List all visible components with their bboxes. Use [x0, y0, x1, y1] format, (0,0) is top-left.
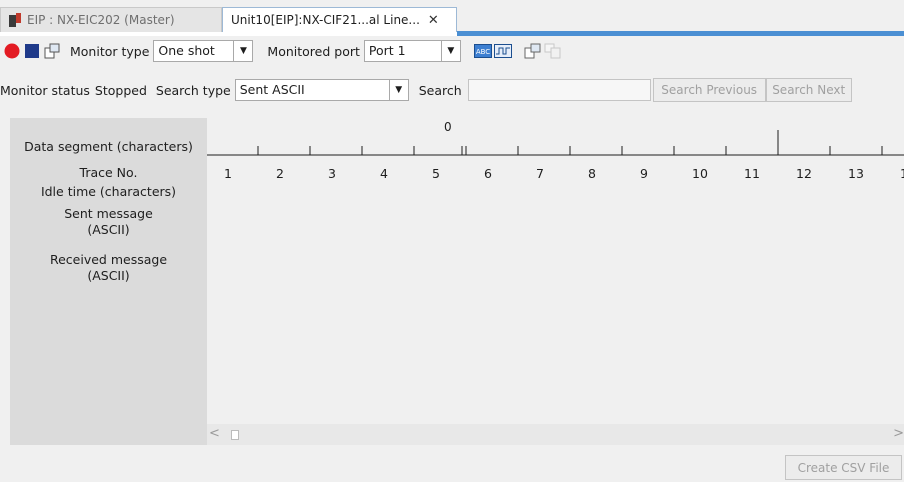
monitor-type-label: Monitor type: [70, 43, 150, 59]
data-segment-label: Data segment (characters): [24, 139, 193, 154]
trace-number: 4: [380, 166, 388, 181]
monitor-status-value: Stopped: [94, 82, 147, 98]
monitor-type-select[interactable]: One shot ▼: [153, 40, 254, 62]
record-button[interactable]: [2, 41, 22, 61]
trace-number: 9: [640, 166, 648, 181]
trace-number: 12: [796, 166, 812, 181]
close-icon[interactable]: ✕: [428, 13, 439, 28]
settings-button[interactable]: [42, 41, 62, 61]
trace-number: 13: [848, 166, 864, 181]
paste-window-icon: [544, 43, 561, 59]
trace-number: 1: [224, 166, 232, 181]
search-input[interactable]: [467, 79, 651, 101]
tab-label: Unit10[EIP]:NX-CIF21...al Line...: [231, 13, 420, 27]
search-type-value: Sent ASCII: [239, 82, 305, 97]
trace-number: 5: [432, 166, 440, 181]
monitor-toolbar: Monitor type One shot ▼ Monitored port P…: [0, 36, 904, 66]
received-message-label: Received message (ASCII): [49, 252, 168, 283]
monitored-port-select[interactable]: Port 1 ▼: [363, 40, 461, 62]
chevron-down-icon: ▼: [233, 41, 252, 61]
copy-button[interactable]: [523, 41, 543, 61]
search-next-button[interactable]: Search Next: [765, 78, 852, 102]
paste-button[interactable]: [543, 41, 563, 61]
scroll-left-icon[interactable]: <: [209, 426, 220, 441]
trace-number: 10: [692, 166, 708, 181]
search-bar: Monitor status Stopped Search type Sent …: [0, 76, 904, 104]
monitor-type-value: One shot: [158, 43, 215, 58]
monitored-port-value: Port 1: [368, 43, 406, 58]
trace-number: 6: [484, 166, 492, 181]
ruler-ticks: [207, 130, 904, 156]
trace-number: 2: [276, 166, 284, 181]
waveform-icon: [493, 44, 512, 58]
trace-number: 3: [328, 166, 336, 181]
create-csv-button[interactable]: Create CSV File: [785, 455, 902, 480]
record-icon: [4, 43, 20, 59]
trace-number: 7: [536, 166, 544, 181]
trace-number: 14: [900, 166, 904, 181]
bottom-bar: Create CSV File: [0, 445, 904, 482]
trace-number: 8: [588, 166, 596, 181]
stop-button[interactable]: [22, 41, 42, 61]
svg-text:ABC: ABC: [476, 48, 490, 56]
search-type-select[interactable]: Sent ASCII ▼: [234, 79, 409, 101]
trace-no-label: Trace No.: [79, 165, 138, 180]
window-settings-icon: [44, 43, 60, 59]
trace-row-labels: Data segment (characters) Trace No. Idle…: [10, 118, 207, 445]
scroll-thumb[interactable]: [231, 430, 239, 440]
waveform-view-button[interactable]: [493, 41, 513, 61]
idle-time-label: Idle time (characters): [40, 184, 177, 199]
monitored-port-label: Monitored port: [267, 43, 360, 59]
trace-number: 11: [744, 166, 760, 181]
scroll-right-icon[interactable]: >: [893, 426, 904, 441]
tab-label: EIP : NX-EIC202 (Master): [27, 13, 175, 27]
tab-eip-master[interactable]: EIP : NX-EIC202 (Master): [0, 7, 222, 32]
copy-window-icon: [524, 43, 541, 59]
search-input-value: [469, 80, 650, 100]
trace-area: 1234567891011121314: [207, 156, 904, 424]
ascii-view-button[interactable]: ABC: [473, 41, 493, 61]
ascii-view-icon: ABC: [473, 44, 492, 58]
search-previous-button[interactable]: Search Previous: [652, 78, 766, 102]
chevron-down-icon: ▼: [440, 41, 460, 61]
stop-icon: [25, 44, 39, 58]
search-label: Search: [418, 82, 462, 98]
search-type-label: Search type: [155, 82, 231, 98]
sent-message-label: Sent message (ASCII): [64, 206, 153, 237]
device-icon: [9, 13, 21, 27]
data-segment-ruler: 0: [207, 118, 904, 156]
monitor-status-label: Monitor status: [0, 82, 90, 98]
tab-serial-line-monitor[interactable]: Unit10[EIP]:NX-CIF21...al Line... ✕: [222, 7, 457, 32]
horizontal-scrollbar[interactable]: < >: [207, 424, 904, 445]
chevron-down-icon: ▼: [388, 80, 408, 100]
